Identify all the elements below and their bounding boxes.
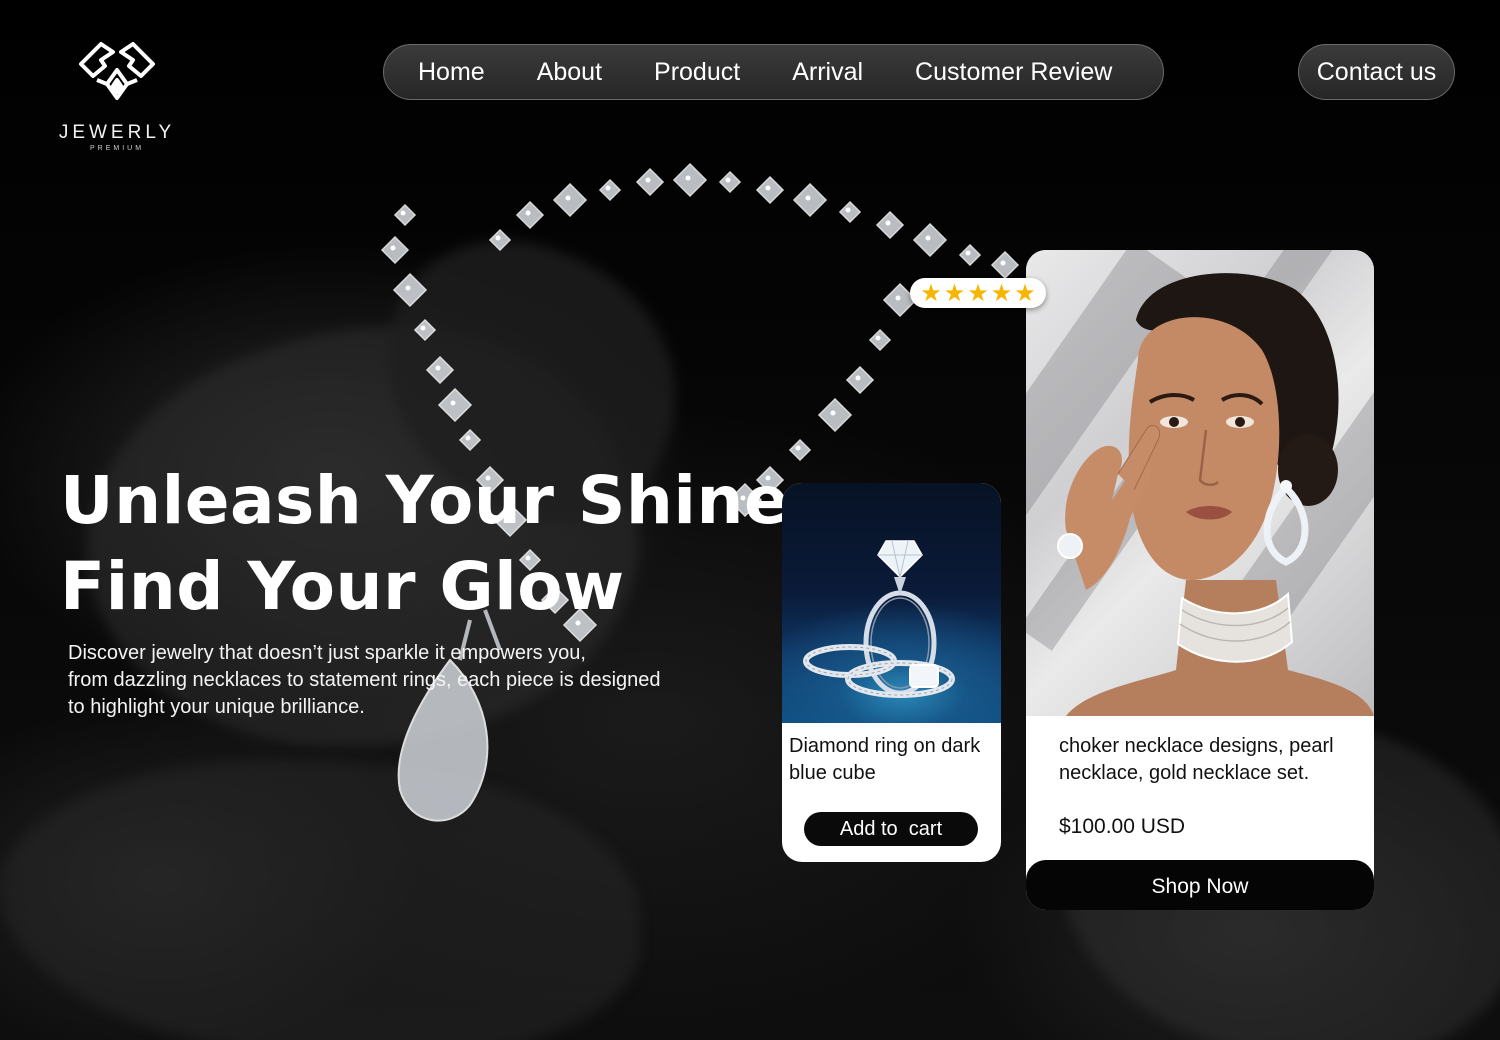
brand-tagline: PREMIUM [89, 145, 145, 152]
model-wearing-jewelry-image [1026, 250, 1374, 716]
star-icon: ★ [920, 279, 942, 307]
hero-title-line: Unleash Your Shine, [60, 462, 815, 539]
rating-badge: ★ ★ ★ ★ ★ [910, 278, 1046, 308]
star-icon: ★ [967, 279, 989, 307]
product-title-line: necklace, gold necklace set. [1059, 762, 1310, 784]
hero-description: Discover jewelry that doesn’t just spark… [68, 640, 708, 721]
product-card-ring[interactable]: Diamond ring on dark blue cube Add to ca… [782, 483, 1001, 862]
nav-customer-review-link[interactable]: Customer Review [915, 58, 1112, 87]
main-nav: Home About Product Arrival Customer Revi… [383, 44, 1164, 100]
diamond-logo-icon [79, 42, 155, 100]
hero-description-line: to highlight your unique brilliance. [68, 696, 365, 718]
product-price: $100.00 USD [1059, 815, 1186, 838]
add-to-cart-button[interactable]: Add to cart [804, 812, 978, 846]
shop-now-button[interactable]: Shop Now [1026, 860, 1374, 910]
product-title-line: choker necklace designs, pearl [1059, 735, 1334, 757]
contact-us-button[interactable]: Contact us [1298, 44, 1455, 100]
product-title: Diamond ring on dark blue cube [789, 733, 997, 787]
hero-description-line: Discover jewelry that doesn’t just spark… [68, 642, 586, 664]
diamond-ring-image [782, 483, 1001, 723]
nav-product-link[interactable]: Product [654, 58, 740, 87]
brand-name: JEWERLY [58, 122, 176, 143]
nav-arrival-link[interactable]: Arrival [792, 58, 863, 87]
star-icon: ★ [943, 279, 966, 307]
nav-about-link[interactable]: About [537, 58, 602, 87]
star-icon: ★ [990, 279, 1013, 307]
product-title: choker necklace designs, pearl necklace,… [1059, 733, 1364, 787]
brand-logo[interactable]: JEWERLY PREMIUM [52, 40, 182, 152]
product-title-line: blue cube [789, 762, 876, 784]
star-icon: ★ [1014, 279, 1036, 307]
nav-home-link[interactable]: Home [418, 58, 485, 87]
hero-title: Unleash Your Shine, Find Your Glow [60, 458, 820, 630]
product-card-necklace[interactable]: choker necklace designs, pearl necklace,… [1026, 250, 1374, 910]
product-title-line: Diamond ring on dark [789, 735, 981, 757]
hero-description-line: from dazzling necklaces to statement rin… [68, 669, 661, 691]
hero-title-line: Find Your Glow [60, 548, 625, 625]
